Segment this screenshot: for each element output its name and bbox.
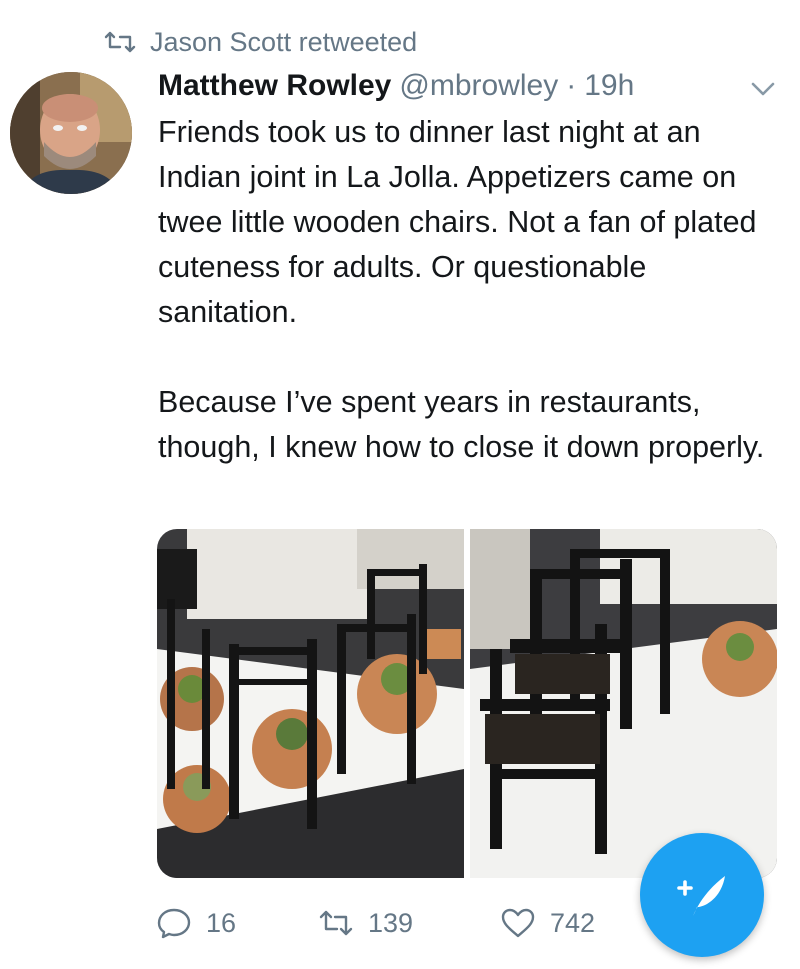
heart-icon xyxy=(501,908,535,938)
tweet-paragraph: Because I’ve spent years in restaurants,… xyxy=(158,385,765,464)
avatar[interactable] xyxy=(10,72,132,194)
chevron-down-icon[interactable] xyxy=(748,78,778,100)
photo-chairs-with-appetizers[interactable] xyxy=(157,529,464,878)
photo-stacked-chairs[interactable] xyxy=(470,529,777,878)
media-grid xyxy=(157,529,777,878)
retweet-icon xyxy=(319,910,353,936)
separator-dot: · xyxy=(566,69,577,102)
compose-tweet-button[interactable] xyxy=(640,833,764,957)
tweet-text: Friends took us to dinner last night at … xyxy=(158,110,778,470)
author-name[interactable]: Matthew Rowley xyxy=(158,69,391,103)
author-handle[interactable]: @mbrowley xyxy=(399,69,558,103)
retweet-count: 139 xyxy=(368,907,414,938)
author-line: Matthew Rowley @mbrowley · 19h xyxy=(158,64,634,108)
retweet-icon xyxy=(104,31,136,53)
tweet-paragraph: Friends took us to dinner last night at … xyxy=(158,115,757,329)
timestamp[interactable]: 19h xyxy=(584,69,634,103)
retweeted-by-text[interactable]: Jason Scott retweeted xyxy=(150,27,417,58)
reply-count: 16 xyxy=(206,907,237,938)
reply-button[interactable]: 16 xyxy=(156,907,318,939)
retweet-button[interactable]: 139 xyxy=(318,907,500,939)
like-count: 742 xyxy=(550,907,596,938)
retweet-header: Jason Scott retweeted xyxy=(104,22,417,62)
reply-icon xyxy=(157,908,191,939)
compose-tweet-icon xyxy=(677,876,725,916)
like-button[interactable]: 742 xyxy=(500,907,595,939)
tweet-actions: 16 139 742 xyxy=(156,898,595,948)
